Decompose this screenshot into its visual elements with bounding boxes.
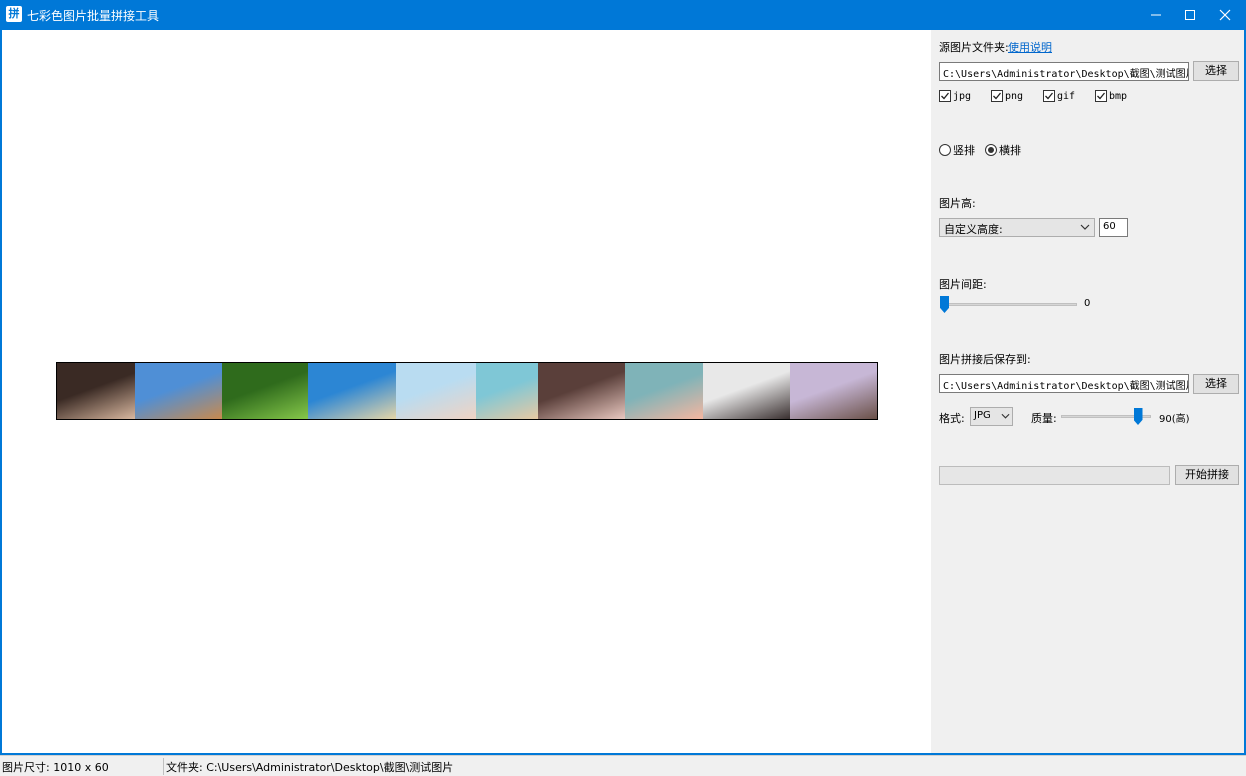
quality-value: 90(高) <box>1159 414 1190 425</box>
start-stitch-button[interactable]: 开始拼接 <box>1175 465 1239 485</box>
chevron-down-icon <box>1001 413 1010 419</box>
radio-horizontal-label: 横排 <box>999 144 1021 157</box>
checkbox-box <box>939 90 951 102</box>
checkmark-icon <box>993 92 1002 100</box>
help-link[interactable]: 使用说明 <box>1008 39 1052 55</box>
radio-dot <box>988 147 994 153</box>
thumbnail-woman-blue <box>396 363 476 419</box>
checkmark-icon <box>941 92 950 100</box>
status-divider <box>163 758 164 775</box>
format-checkbox-label: gif <box>1057 90 1076 102</box>
preview-canvas <box>2 30 931 753</box>
spacing-value: 0 <box>1084 298 1091 309</box>
quality-label: 质量: <box>1031 412 1057 425</box>
minimize-icon <box>1151 14 1161 15</box>
folder-status: 文件夹: C:\Users\Administrator\Desktop\截图\测… <box>166 761 454 774</box>
close-button[interactable] <box>1205 0 1245 29</box>
format-checkbox-label: png <box>1005 90 1024 102</box>
chevron-down-icon <box>1080 224 1090 230</box>
thumbnail-desert-rock <box>135 363 222 419</box>
radio-circle <box>939 144 951 156</box>
quality-slider-thumb[interactable] <box>1133 408 1143 425</box>
format-checkbox-3[interactable]: bmp <box>1095 90 1127 102</box>
thumbnail-woman-reclining <box>538 363 625 419</box>
thumbnail-tropical-beach <box>308 363 396 419</box>
format-select[interactable]: JPG <box>970 407 1013 426</box>
format-checkbox-label: jpg <box>953 90 972 102</box>
checkbox-box <box>991 90 1003 102</box>
close-icon <box>1219 9 1231 20</box>
format-checkbox-1[interactable]: png <box>991 90 1023 102</box>
format-checkbox-2[interactable]: gif <box>1043 90 1075 102</box>
radio-vertical-label: 竖排 <box>953 144 975 157</box>
thumbnail-woman-pool <box>625 363 703 419</box>
checkmark-icon <box>1045 92 1054 100</box>
height-mode-value: 自定义高度: <box>944 223 1003 236</box>
progress-bar <box>939 466 1170 485</box>
thumbnail-woman-blonde <box>476 363 538 419</box>
save-choose-button[interactable]: 选择 <box>1193 374 1239 394</box>
thumbnail-green-forest <box>222 363 308 419</box>
source-folder-label: 源图片文件夹: <box>939 41 1009 54</box>
format-label: 格式: <box>939 412 965 425</box>
stitched-image-strip <box>56 362 878 420</box>
thumbnail-woman-white <box>703 363 790 419</box>
radio-vertical[interactable]: 竖排 <box>939 142 975 158</box>
window-title: 七彩色图片批量拼接工具 <box>27 9 160 23</box>
checkbox-box <box>1095 90 1107 102</box>
save-to-label: 图片拼接后保存到: <box>939 353 1031 366</box>
thumbnail-woman-lavender <box>790 363 877 419</box>
format-select-value: JPG <box>974 410 991 421</box>
spacing-label: 图片间距: <box>939 278 987 291</box>
height-value-input[interactable]: 60 <box>1099 218 1128 237</box>
maximize-button[interactable] <box>1170 0 1210 29</box>
status-bar: 图片尺寸: 1010 x 60 文件夹: C:\Users\Administra… <box>0 755 1246 776</box>
app-icon: 拼 <box>6 6 22 22</box>
image-height-label: 图片高: <box>939 197 976 210</box>
height-mode-select[interactable]: 自定义高度: <box>939 218 1095 237</box>
title-bar: 拼 七彩色图片批量拼接工具 <box>0 0 1246 29</box>
save-path-input[interactable]: C:\Users\Administrator\Desktop\截图\测试图片_处… <box>939 374 1189 393</box>
spacing-slider-track <box>941 303 1077 306</box>
radio-circle <box>985 144 997 156</box>
image-size-status: 图片尺寸: 1010 x 60 <box>2 761 109 774</box>
checkbox-box <box>1043 90 1055 102</box>
format-checkbox-0[interactable]: jpg <box>939 90 971 102</box>
settings-panel: 源图片文件夹: 使用说明 C:\Users\Administrator\Desk… <box>931 30 1244 753</box>
source-path-input[interactable]: C:\Users\Administrator\Desktop\截图\测试图片 <box>939 62 1189 81</box>
thumbnail-portrait-woman <box>57 363 135 419</box>
source-choose-button[interactable]: 选择 <box>1193 61 1239 81</box>
format-checkbox-label: bmp <box>1109 90 1128 102</box>
spacing-slider-thumb[interactable] <box>940 296 949 313</box>
maximize-icon <box>1185 9 1195 20</box>
radio-horizontal[interactable]: 横排 <box>985 142 1021 158</box>
checkmark-icon <box>1097 92 1106 100</box>
